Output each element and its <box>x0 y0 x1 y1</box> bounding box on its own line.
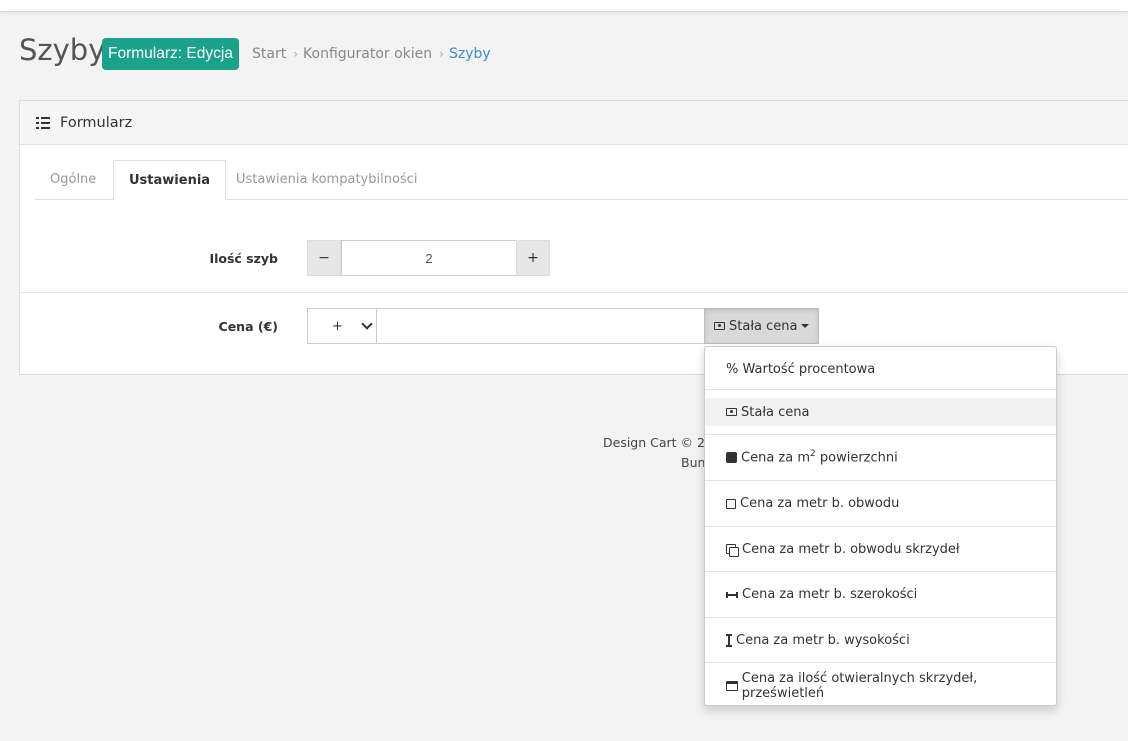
money-icon <box>726 408 737 416</box>
price-label: Cena (€) <box>218 319 278 334</box>
breadcrumb-configurator[interactable]: Konfigurator okien <box>303 46 432 62</box>
price-type-menu: % Wartość procentowa Stała cena Cena za … <box>704 346 1057 706</box>
breadcrumb-separator-icon: › <box>293 47 299 61</box>
menu-divider <box>705 389 1056 390</box>
increment-button[interactable]: + <box>516 240 550 276</box>
menu-item-price-per-height[interactable]: Cena za metr b. wysokości <box>705 618 1056 663</box>
menu-item-price-per-area[interactable]: Cena za m2 powierzchni <box>705 435 1056 480</box>
menu-item-fixed-price[interactable]: Stała cena <box>705 398 1056 426</box>
price-sign-value: + <box>332 318 343 334</box>
tab-bar: Ogólne Ustawienia Ustawienia kompatybiln… <box>35 160 1128 201</box>
menu-item-label: Cena za metr b. wysokości <box>736 633 910 648</box>
price-type-dropdown-button[interactable]: Stała cena <box>704 308 820 344</box>
footer-line-2: Bun <box>681 455 706 470</box>
price-input[interactable] <box>376 308 706 344</box>
chevron-down-icon <box>361 318 373 330</box>
tab-compatibility-settings[interactable]: Ustawienia kompatybilności <box>221 160 432 200</box>
mode-badge: Formularz: Edycja <box>102 38 239 70</box>
row-divider <box>20 292 1128 293</box>
menu-item-label: Cena za metr b. obwodu <box>740 496 900 511</box>
menu-item-price-per-width[interactable]: Cena za metr b. szerokości <box>705 572 1056 617</box>
breadcrumb: Start › Konfigurator okien › Szyby <box>252 46 491 62</box>
top-navbar <box>0 0 1128 12</box>
copy-icon <box>726 543 739 557</box>
menu-item-label: Cena za metr b. szerokości <box>742 587 918 602</box>
tab-settings[interactable]: Ustawienia <box>113 160 227 201</box>
tab-general[interactable]: Ogólne <box>35 160 111 200</box>
arrows-h-icon <box>726 591 738 599</box>
menu-item-label: % Wartość procentowa <box>726 362 876 377</box>
menu-item-label: Cena za metr b. obwodu skrzydeł <box>742 542 960 557</box>
breadcrumb-start[interactable]: Start <box>252 46 286 62</box>
panel-header: Formularz <box>20 101 1128 145</box>
glass-count-label: Ilość szyb <box>209 251 278 266</box>
square-outline-icon <box>726 498 736 509</box>
page-title: Szyby <box>19 33 106 67</box>
menu-item-price-per-sash-perimeter[interactable]: Cena za metr b. obwodu skrzydeł <box>705 527 1056 572</box>
menu-item-price-per-perimeter[interactable]: Cena za metr b. obwodu <box>705 481 1056 526</box>
footer-copyright: Design Cart © 20 <box>603 435 713 450</box>
caret-down-icon <box>801 324 810 328</box>
price-type-label: Stała cena <box>729 318 798 334</box>
menu-item-label: Cena za m2 powierzchni <box>741 449 898 466</box>
decrement-button[interactable]: − <box>307 240 341 276</box>
menu-item-percentage[interactable]: % Wartość procentowa <box>705 347 1056 392</box>
money-icon <box>714 322 725 330</box>
breadcrumb-current[interactable]: Szyby <box>449 46 491 62</box>
window-icon <box>726 680 738 691</box>
square-filled-icon <box>726 452 737 463</box>
breadcrumb-separator-icon: › <box>439 47 444 61</box>
menu-item-label: Cena za ilość otwieralnych skrzydeł, prz… <box>741 670 978 701</box>
glass-count-input[interactable] <box>341 240 517 276</box>
list-icon <box>36 116 50 129</box>
price-sign-select[interactable]: + <box>307 308 377 344</box>
menu-item-price-per-opening-sash[interactable]: Cena za ilość otwieralnych skrzydeł, prz… <box>705 663 1056 708</box>
menu-item-label: Stała cena <box>741 404 810 420</box>
form-panel: Formularz Ogólne Ustawienia Ustawienia k… <box>19 100 1128 375</box>
arrows-v-icon <box>726 634 732 647</box>
panel-title: Formularz <box>60 114 133 131</box>
